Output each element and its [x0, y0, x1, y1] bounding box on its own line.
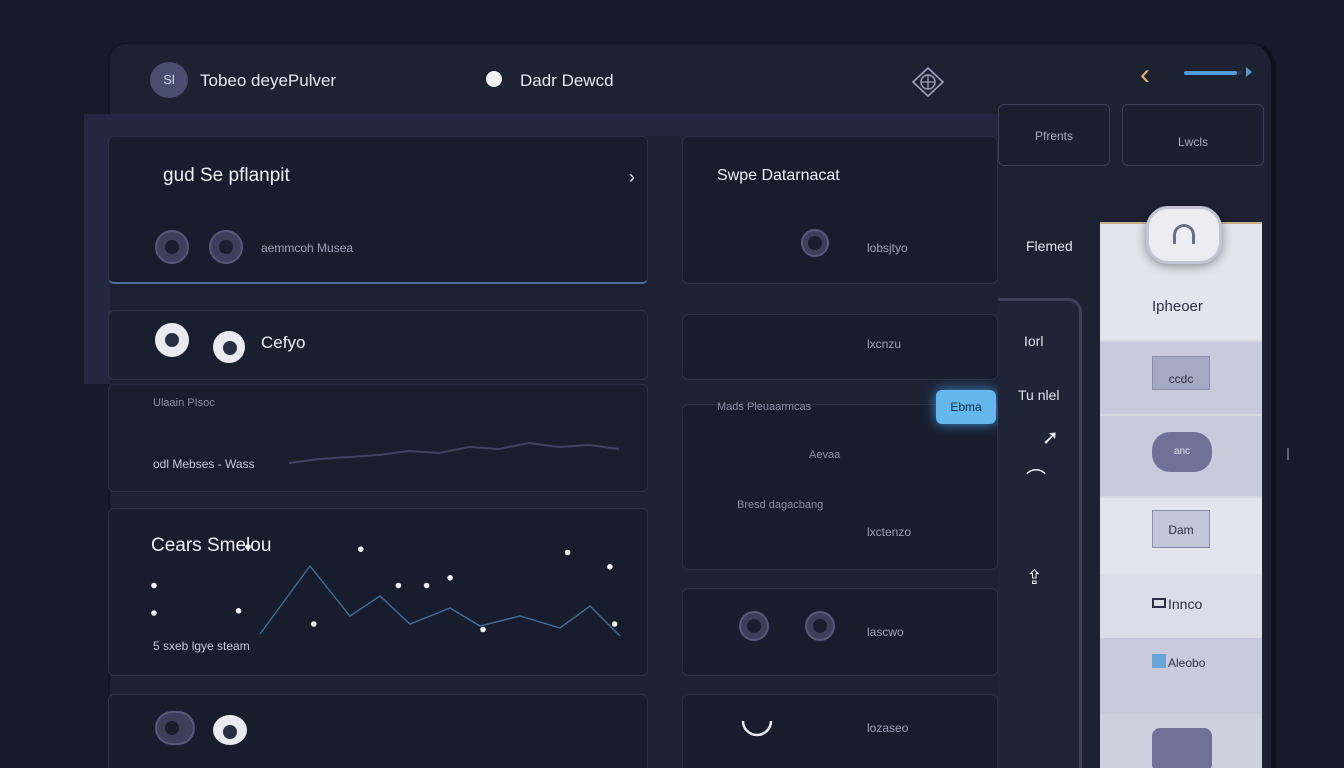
card-sub-2: Bresd dagacbang [737, 499, 824, 511]
card-caption: aemmcoh Musea [261, 241, 354, 255]
card-caption: Mads Pleuaarmcas [717, 401, 812, 413]
card-sub-1: Aevaa [809, 449, 841, 461]
rail-label-3: Tu nlel [1018, 387, 1060, 403]
card-value: lascwo [867, 625, 904, 639]
panel-item-2: Aleobo [1168, 656, 1206, 670]
globe-icon[interactable] [910, 66, 946, 98]
lock-button[interactable] [1146, 206, 1222, 264]
status-dot-icon [486, 71, 502, 87]
rail-label-1: Flemed [1026, 238, 1073, 254]
top-bar: Sl Tobeo deyePulver Dadr Dewcd ‹ [150, 60, 1260, 102]
panel-pill[interactable]: anc [1152, 432, 1212, 472]
card-value: lobsjtyo [867, 241, 908, 255]
side-button [1287, 448, 1289, 460]
target-icon[interactable] [805, 611, 835, 641]
chart-point [423, 582, 430, 589]
card-setup[interactable]: gud Se pflanpit › aemmcoh Musea [108, 136, 648, 284]
lock-icon [1173, 224, 1195, 244]
person-icon[interactable]: ⌒ [1026, 463, 1046, 492]
parents-button[interactable]: Pfrents [998, 104, 1110, 166]
chart-point [311, 621, 317, 627]
rail-label-2: Iorl [1024, 333, 1044, 349]
progress-bar [1184, 71, 1242, 75]
toggle-icon[interactable] [155, 711, 195, 745]
chart-point [480, 626, 486, 633]
chart-point [607, 564, 613, 570]
chart-point [358, 546, 364, 552]
chevron-right-icon[interactable]: › [629, 167, 635, 188]
eye-icon[interactable] [209, 230, 243, 264]
card-messages[interactable]: Ulaain PIsoc odl Mebses - Wass [108, 384, 648, 492]
card-config[interactable]: Cefyo [108, 310, 648, 380]
panel-box[interactable]: Dam [1152, 510, 1210, 548]
dashboard-title: Dadr Dewcd [520, 71, 614, 90]
panel-item-1: Innco [1168, 596, 1203, 612]
panel-button[interactable] [1152, 728, 1212, 768]
panel-row[interactable]: ccdc [1100, 342, 1262, 414]
status-chip[interactable]: Ebma [936, 390, 996, 424]
square-icon [1152, 654, 1166, 668]
card-value: lxcnzu [867, 337, 902, 351]
chat-icon[interactable] [155, 323, 189, 357]
panel-row[interactable]: Dam [1100, 498, 1262, 574]
card-title: Swpe Datarnacat [717, 167, 840, 184]
sparkline [289, 441, 620, 464]
panel-row[interactable] [1100, 714, 1262, 768]
card-caption-bottom: odl Mebses - Wass [153, 457, 255, 471]
user-icon[interactable] [155, 230, 189, 264]
card-bottom[interactable] [108, 694, 648, 768]
chart-point [151, 582, 157, 589]
settings-icon[interactable] [213, 331, 245, 363]
panel-row[interactable]: Aleobo [1100, 638, 1262, 714]
sync-icon[interactable] [739, 611, 769, 641]
chart-point [611, 621, 618, 627]
app-title: Tobeo deyePulver [200, 71, 337, 90]
panel-row[interactable]: anc [1100, 416, 1262, 496]
card-title: gud Se pflanpit [163, 165, 290, 186]
card-icon [1152, 598, 1166, 608]
chart-point [235, 608, 242, 614]
levels-button[interactable]: Lwcls [1122, 104, 1264, 166]
chart-point [447, 575, 453, 581]
chart-point [564, 549, 571, 556]
card-caption-top: Ulaain PIsoc [153, 397, 215, 409]
record-icon[interactable] [801, 229, 829, 257]
card-label: Cefyo [261, 333, 306, 352]
panel-title: Ipheoer [1152, 298, 1203, 315]
spinner-icon [741, 720, 773, 737]
chart-point [245, 544, 251, 550]
pointer-icon[interactable]: ➚ [1042, 425, 1059, 450]
card-value: lxctenzo [867, 525, 912, 539]
share-icon[interactable]: ⇪ [1026, 565, 1043, 590]
scatter-chart [151, 544, 621, 637]
progress-fill [1184, 71, 1238, 75]
card-sync[interactable]: lascwo [682, 588, 998, 676]
panel-row[interactable]: Innco [1100, 574, 1262, 638]
panel-box[interactable]: ccdc [1152, 356, 1210, 390]
avatar[interactable]: Sl [150, 62, 188, 98]
side-rail: Iorl Tu nlel ➚ ⌒ ⇪ [998, 298, 1082, 768]
card-database[interactable]: Swpe Datarnacat lobsjtyo [682, 136, 998, 284]
chart-point [151, 610, 157, 616]
card-loading[interactable]: lozaseo [682, 694, 998, 768]
progress-tip-icon [1246, 67, 1252, 77]
side-panel: Ipheoer ccdc anc Dam Innco Aleobo [1100, 222, 1262, 768]
card-reports[interactable]: Mads Pleuaarmcas Aevaa Bresd dagacbang l… [682, 401, 998, 570]
back-chevron-icon[interactable]: ‹ [1140, 60, 1150, 90]
card-value: lozaseo [867, 721, 909, 735]
heart-icon[interactable] [213, 715, 247, 745]
chart-point [395, 582, 402, 589]
left-band [84, 114, 110, 384]
header-band [84, 114, 998, 136]
card-index[interactable]: lxcnzu [682, 314, 998, 380]
